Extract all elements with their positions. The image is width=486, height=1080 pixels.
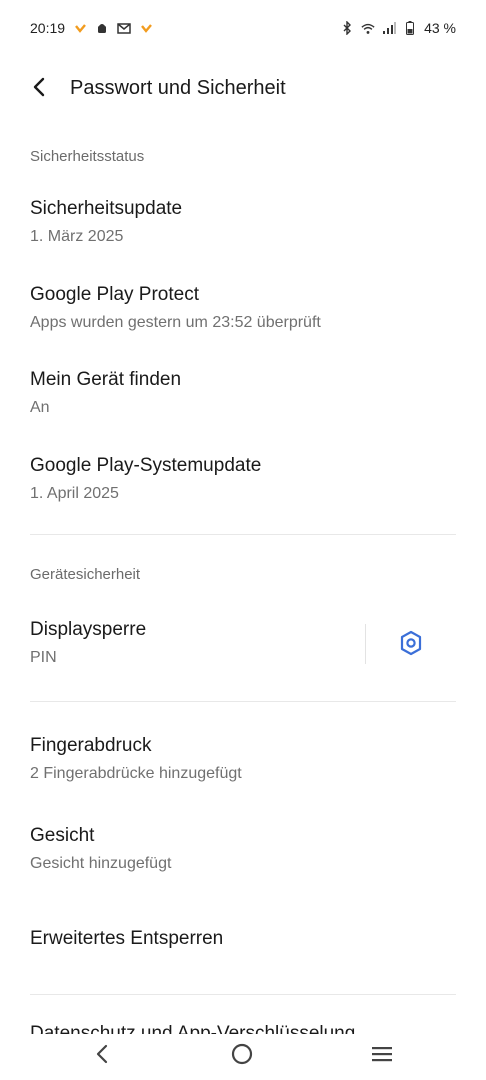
- item-subtitle: An: [30, 399, 50, 416]
- nav-back-button[interactable]: [82, 1036, 122, 1076]
- item-title: Displaysperre: [30, 619, 147, 640]
- section-header-device-security: Gerätesicherheit: [30, 566, 141, 583]
- mail-icon: [117, 21, 131, 35]
- status-left: 20:19: [30, 20, 153, 36]
- item-title: Erweitertes Entsperren: [30, 928, 224, 949]
- page-title: Passwort und Sicherheit: [70, 77, 286, 99]
- item-title: Google Play-Systemupdate: [30, 455, 262, 476]
- item-subtitle: 1. März 2025: [30, 228, 124, 245]
- item-title: Google Play Protect: [30, 284, 199, 305]
- bluetooth-icon: [340, 21, 354, 35]
- battery-percent: 43 %: [424, 20, 456, 36]
- list-item-security-update[interactable]: Sicherheitsupdate 1. März 2025: [30, 197, 456, 247]
- list-item-screen-lock[interactable]: Displaysperre PIN: [30, 618, 350, 668]
- back-button[interactable]: [24, 74, 54, 104]
- list-item-google-play-protect[interactable]: Google Play Protect Apps wurden gestern …: [30, 283, 456, 333]
- item-subtitle: 2 Fingerabdrücke hinzugefügt: [30, 765, 242, 782]
- nav-home-button[interactable]: [222, 1036, 262, 1076]
- recents-icon: [371, 1045, 393, 1068]
- item-title: Sicherheitsupdate: [30, 198, 183, 219]
- screen-lock-settings-button[interactable]: [392, 626, 430, 664]
- divider: [30, 534, 456, 535]
- item-title: Fingerabdruck: [30, 735, 152, 756]
- android-icon: [95, 21, 109, 35]
- list-item-face[interactable]: Gesicht Gesicht hinzugefügt: [30, 824, 456, 874]
- status-time: 20:19: [30, 20, 66, 36]
- list-item-play-system-update[interactable]: Google Play-Systemupdate 1. April 2025: [30, 454, 456, 504]
- list-item-fingerprint[interactable]: Fingerabdruck 2 Fingerabdrücke hinzugefü…: [30, 734, 456, 784]
- nav-recents-button[interactable]: [362, 1036, 402, 1076]
- item-subtitle: 1. April 2025: [30, 485, 119, 502]
- home-icon: [231, 1043, 253, 1070]
- list-item-extend-unlock[interactable]: Erweitertes Entsperren: [30, 927, 456, 951]
- wifi-icon: [361, 21, 375, 35]
- status-right: 43 %: [340, 20, 456, 36]
- notification-icon: [139, 21, 153, 35]
- list-item-find-my-device[interactable]: Mein Gerät finden An: [30, 368, 456, 418]
- navigation-bar: [0, 1030, 486, 1080]
- section-header-security-status: Sicherheitsstatus: [30, 148, 145, 165]
- divider: [30, 701, 456, 702]
- item-title: Gesicht: [30, 825, 95, 846]
- gear-icon: [399, 630, 423, 661]
- signal-icon: [382, 21, 397, 35]
- battery-icon: [403, 21, 417, 35]
- header: Passwort und Sicherheit: [0, 68, 486, 110]
- item-subtitle: PIN: [30, 649, 57, 666]
- status-bar: 20:19 43 %: [0, 0, 486, 58]
- item-subtitle: Apps wurden gestern um 23:52 überprüft: [30, 314, 321, 331]
- item-subtitle: Gesicht hinzugefügt: [30, 855, 172, 872]
- back-icon: [95, 1044, 109, 1069]
- chevron-left-icon: [32, 77, 46, 102]
- vertical-divider: [365, 624, 366, 664]
- divider: [30, 994, 456, 995]
- item-title: Mein Gerät finden: [30, 369, 182, 390]
- notification-icon: [73, 21, 87, 35]
